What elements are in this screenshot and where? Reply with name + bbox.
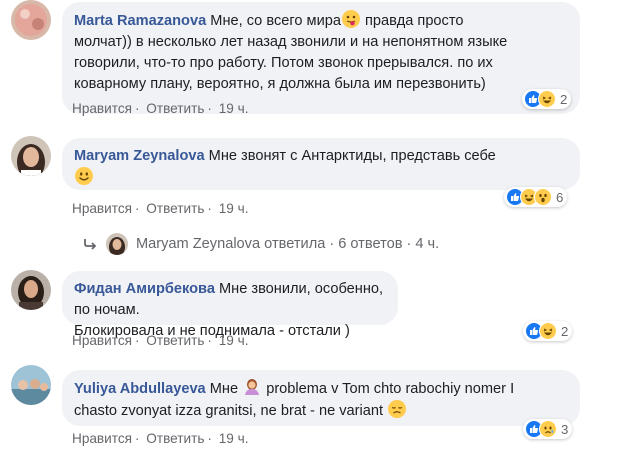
comment-text: chasto zvonyat izza granitsi, ne brat - … (74, 403, 384, 419)
reply-button[interactable]: Ответить (146, 431, 204, 446)
comment-author[interactable]: Фидан Амирбекова (74, 281, 215, 297)
comment-author[interactable]: Marta Ramazanova (74, 13, 206, 29)
comment-text: Мне (209, 381, 239, 397)
comment-text: правда просто (360, 13, 464, 29)
avatar[interactable] (11, 136, 51, 176)
comment-actions: Нравится · Ответить · 19 ч. (72, 333, 248, 348)
separator: · (134, 431, 140, 446)
separator: · (207, 431, 212, 446)
reactions-summary[interactable]: 6 (504, 187, 568, 207)
avatar[interactable] (106, 233, 128, 255)
separator: · (207, 333, 212, 348)
reactions-summary[interactable]: 2 (522, 89, 572, 109)
haha-reaction-icon (539, 322, 557, 340)
like-button[interactable]: Нравится (72, 333, 132, 348)
like-button[interactable]: Нравится (72, 431, 132, 446)
timestamp[interactable]: 19 ч. (219, 333, 249, 348)
separator: · (329, 236, 335, 252)
reply-count: 6 ответов (338, 236, 403, 252)
reply-arrow-icon (82, 237, 98, 251)
reply-button[interactable]: Ответить (146, 201, 204, 216)
comment-author[interactable]: Yuliya Abdullayeva (74, 381, 206, 397)
reply-time: 4 ч. (415, 236, 440, 252)
comment-author[interactable]: Maryam Zeynalova (74, 148, 205, 164)
avatar[interactable] (11, 365, 51, 405)
separator: · (134, 333, 140, 348)
comment-text: говорили, что-то про работу. Потом звоно… (74, 55, 493, 71)
separator: · (207, 101, 212, 116)
comment-bubble: Maryam Zeynalova Мне звонят с Антарктиды… (62, 138, 580, 190)
reactions-summary[interactable]: 3 (523, 419, 573, 439)
comment-text: Мне, со всего мира (210, 13, 341, 29)
separator: · (207, 201, 212, 216)
reactions-summary[interactable]: 2 (523, 321, 573, 341)
comment-text: коварному плану, вероятно, я должна была… (74, 76, 486, 92)
reaction-count: 3 (561, 421, 569, 437)
smile-emoji-icon (75, 167, 93, 185)
haha-reaction-icon (538, 90, 556, 108)
reply-button[interactable]: Ответить (146, 333, 204, 348)
comment-bubble: Yuliya Abdullayeva Мне problema v Tom ch… (62, 370, 580, 426)
comment-text: Мне звонят с Антарктиды, представь себе (208, 148, 496, 164)
reply-verb: ответила (264, 236, 326, 252)
sad-reaction-icon (539, 420, 557, 438)
view-replies-link[interactable]: Maryam Zeynalova ответила · 6 ответов · 4 ч. (82, 232, 439, 256)
comment-actions: Нравится · Ответить · 19 ч. (72, 201, 248, 216)
comment-actions: Нравится · Ответить · 19 ч. (72, 431, 248, 446)
timestamp[interactable]: 19 ч. (219, 431, 249, 446)
comment-text: problema v Tom chto rabochiy nomer I (266, 381, 515, 397)
like-button[interactable]: Нравится (72, 201, 132, 216)
comment-actions: Нравится · Ответить · 19 ч. (72, 101, 248, 116)
reaction-count: 2 (561, 323, 569, 339)
reaction-count: 2 (560, 91, 568, 107)
reply-button[interactable]: Ответить (146, 101, 204, 116)
separator: · (406, 236, 412, 252)
reply-author: Maryam Zeynalova (136, 236, 261, 252)
comment-bubble: Фидан Амирбекова Мне звонили, особенно, … (62, 271, 398, 339)
timestamp[interactable]: 19 ч. (219, 101, 249, 116)
comment-text: молчат)) в несколько лет назад звонили и… (74, 34, 508, 50)
like-button[interactable]: Нравится (72, 101, 132, 116)
avatar[interactable] (11, 0, 51, 40)
reaction-count: 6 (556, 189, 564, 205)
comment-bubble: Marta Ramazanova Мне, со всего мира прав… (62, 2, 580, 114)
wow-reaction-icon (534, 188, 552, 206)
separator: · (134, 201, 140, 216)
tongue-emoji-icon (341, 10, 360, 28)
disappointed-emoji-icon (388, 400, 407, 418)
avatar[interactable] (11, 270, 51, 310)
timestamp[interactable]: 19 ч. (219, 201, 249, 216)
separator: · (134, 101, 140, 116)
woman-shrugging-emoji-icon (243, 378, 261, 396)
